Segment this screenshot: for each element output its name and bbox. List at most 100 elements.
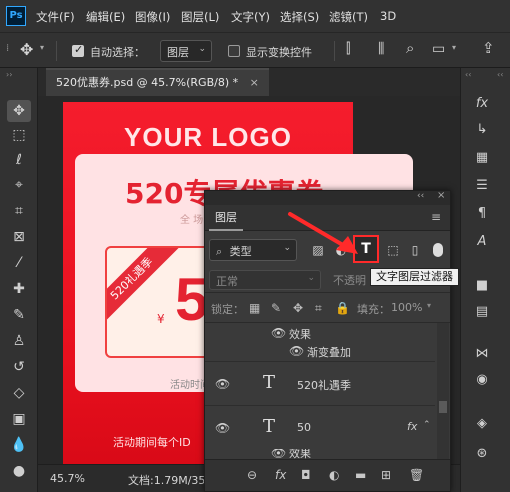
channels-icon[interactable]: ◉	[471, 370, 493, 390]
align-center-icon[interactable]: ⫼	[378, 41, 384, 57]
chevron-up-icon[interactable]: ⌃	[423, 420, 431, 430]
right-panel-dock: ‹‹ ‹‹ fx ↳ ▦ ☰ ¶ A ■ ▤ ⋈ ◉ ◈ ⊛	[460, 68, 510, 492]
chevron-down-icon[interactable]: ▾	[427, 301, 431, 310]
quick-select-tool-icon[interactable]: ⌖	[7, 174, 31, 196]
scrollbar-thumb[interactable]	[439, 401, 447, 413]
align-left-icon[interactable]: ⫿	[346, 41, 350, 57]
link-layers-icon[interactable]: ⊖	[247, 468, 257, 482]
fill-value[interactable]: 100%	[391, 301, 422, 314]
document-tab-bar: 520优惠券.psd @ 45.7%(RGB/8) * ×	[38, 68, 460, 96]
frame-tool-icon[interactable]: ⊠	[7, 226, 31, 248]
paragraph-icon[interactable]: ¶	[471, 204, 493, 224]
share-icon[interactable]: ⇪	[482, 39, 495, 57]
fx-icon[interactable]: fx	[471, 94, 493, 114]
new-group-icon[interactable]: ▬	[355, 468, 366, 482]
show-transform-checkbox[interactable]	[228, 45, 240, 57]
shape-layer-filter-icon[interactable]: ⬚	[383, 240, 403, 260]
lasso-tool-icon[interactable]: ℓ	[7, 149, 31, 171]
lock-artboard-icon[interactable]: ⌗	[315, 301, 322, 316]
layer-list-scrollbar[interactable]	[437, 323, 449, 459]
move-tool-icon[interactable]: ✥	[7, 100, 31, 122]
paths-icon[interactable]: ⋈	[471, 344, 493, 364]
lock-row: 锁定： ▦ ✎ ✥ ⌗ 🔒 填充： 100% ▾	[205, 295, 450, 323]
workspace-icon[interactable]: ▭	[432, 41, 445, 57]
search-icon[interactable]: ⌕	[406, 39, 414, 57]
filter-toggle[interactable]	[433, 243, 443, 257]
collapse-icon[interactable]: ››	[6, 70, 12, 79]
fx-badge-icon[interactable]: fx	[407, 420, 417, 433]
chevron-down-icon[interactable]: ▾	[452, 43, 456, 52]
gradient-tool-icon[interactable]: ▣	[7, 408, 31, 430]
adjustments-icon[interactable]: ☰	[471, 176, 493, 196]
expand-icon[interactable]: ‹‹	[497, 70, 503, 79]
smart-object-filter-icon[interactable]: ▯	[405, 240, 425, 260]
lock-all-icon[interactable]: 🔒	[335, 301, 350, 315]
layer-row-text-ribbon[interactable]: 👁 T 520礼遇季	[205, 361, 435, 405]
history-brush-icon[interactable]: ↺	[7, 356, 31, 378]
auto-select-checkbox[interactable]	[72, 43, 84, 57]
visibility-eye-icon[interactable]: 👁	[271, 449, 286, 459]
close-icon[interactable]: ×	[437, 190, 445, 201]
character-icon[interactable]: A	[471, 232, 493, 252]
dodge-tool-icon[interactable]: ●	[7, 460, 31, 482]
layer-effects-row[interactable]: 👁 效果	[205, 449, 435, 459]
menu-edit[interactable]: 编辑(E)	[86, 9, 125, 25]
panel-menu-icon[interactable]: ≡	[431, 210, 441, 224]
marquee-tool-icon[interactable]: ⬚	[7, 124, 31, 146]
zoom-level[interactable]: 45.7%	[50, 472, 85, 485]
menu-3d[interactable]: 3D	[380, 9, 396, 23]
text-layer-thumbnail-icon: T	[263, 416, 276, 437]
fill-label: 填充：	[357, 303, 390, 316]
grid-icon[interactable]: ▦	[471, 148, 493, 168]
chevron-down-icon[interactable]: ▾	[40, 43, 44, 52]
move-tool-icon[interactable]: ✥	[20, 40, 33, 59]
eraser-tool-icon[interactable]: ◇	[7, 382, 31, 404]
tab-layers[interactable]: 图层	[209, 205, 243, 231]
delete-layer-icon[interactable]: 🗑	[409, 468, 424, 482]
effects-icon[interactable]: ⊛	[471, 444, 493, 464]
blend-mode-select[interactable]: 正常 ⌄	[209, 270, 321, 290]
add-style-icon[interactable]: fx	[275, 468, 286, 482]
layer-effect-gradient-row[interactable]: 👁 渐变叠加	[205, 341, 435, 359]
visibility-eye-icon[interactable]: 👁	[215, 377, 230, 391]
close-icon[interactable]: ×	[250, 76, 259, 89]
lock-transparency-icon[interactable]: ▦	[249, 301, 260, 315]
layer-effects-row[interactable]: 👁 效果	[205, 323, 435, 341]
libraries-icon[interactable]: ▤	[471, 302, 493, 322]
eyedropper-tool-icon[interactable]: ⁄	[7, 252, 31, 274]
layers-icon[interactable]: ◈	[471, 414, 493, 434]
visibility-eye-icon[interactable]: 👁	[289, 344, 304, 358]
grip-icon: ⁞	[6, 43, 10, 54]
expand-icon[interactable]: ‹‹	[465, 70, 471, 79]
layer-row-text-50[interactable]: 👁 T 50 fx ⌃	[205, 405, 435, 449]
blur-tool-icon[interactable]: 💧	[7, 434, 31, 456]
healing-brush-icon[interactable]: ✚	[7, 278, 31, 300]
menu-filter[interactable]: 滤镜(T)	[329, 9, 368, 25]
blend-mode-value: 正常	[216, 275, 238, 288]
history-icon[interactable]: ↳	[471, 120, 493, 140]
visibility-eye-icon[interactable]: 👁	[215, 421, 230, 435]
collapse-icon[interactable]: ‹‹	[417, 191, 424, 201]
menu-select[interactable]: 选择(S)	[280, 9, 319, 25]
filter-type-select[interactable]: ⌕ 类型 ⌄	[209, 239, 297, 261]
currency-symbol: ¥	[157, 312, 165, 326]
visibility-eye-icon[interactable]: 👁	[271, 326, 286, 340]
document-tab[interactable]: 520优惠券.psd @ 45.7%(RGB/8) * ×	[46, 68, 269, 96]
menu-layer[interactable]: 图层(L)	[181, 9, 219, 25]
brush-tool-icon[interactable]: ✎	[7, 304, 31, 326]
menu-image[interactable]: 图像(I)	[135, 9, 170, 25]
swatch-icon[interactable]: ■	[471, 276, 493, 296]
panel-title-bar[interactable]: ‹‹ ×	[205, 190, 450, 205]
new-adjustment-icon[interactable]: ◐	[329, 468, 339, 482]
options-bar: ⁞ ✥ ▾ 自动选择： 图层 ⌄ 显示变换控件 ⫿ ⫼ ⌕ ▭ ▾ ⇪	[0, 32, 510, 68]
menu-type[interactable]: 文字(Y)	[231, 9, 270, 25]
crop-tool-icon[interactable]: ⌗	[7, 200, 31, 222]
add-mask-icon[interactable]: ◘	[301, 468, 311, 482]
new-layer-icon[interactable]: ⊞	[381, 468, 391, 482]
auto-select-target-select[interactable]: 图层 ⌄	[160, 40, 212, 62]
stamp-tool-icon[interactable]: ♙	[7, 330, 31, 352]
lock-image-icon[interactable]: ✎	[271, 301, 281, 315]
menu-file[interactable]: 文件(F)	[36, 9, 75, 25]
lock-position-icon[interactable]: ✥	[293, 301, 303, 315]
photoshop-logo-icon: Ps	[6, 6, 26, 26]
